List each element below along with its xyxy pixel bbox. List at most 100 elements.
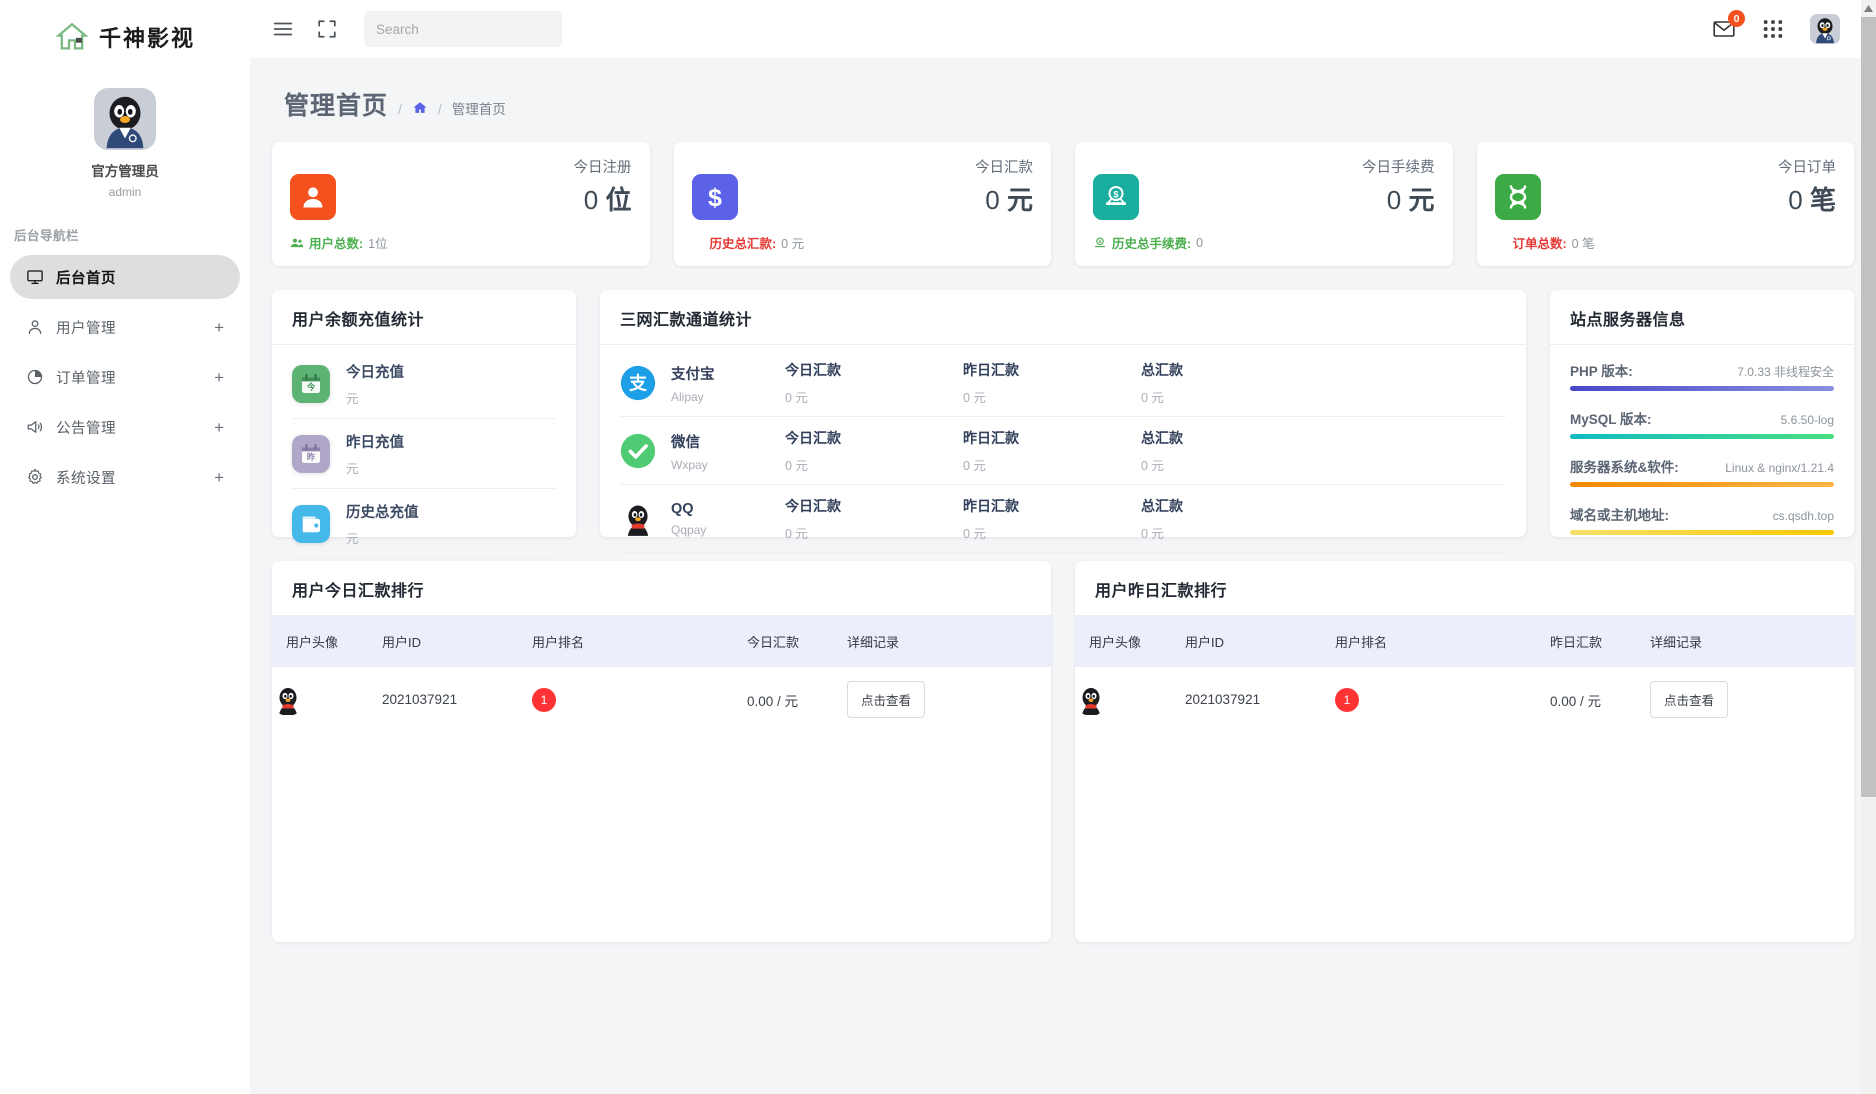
server-info-panel: 站点服务器信息 PHP 版本: 7.0.33 非线程安全 MySQL 版本: [1550,290,1854,537]
wechat-icon [620,433,656,469]
channel-name: 微信 [671,431,708,452]
hamburger-icon[interactable] [272,18,294,40]
profile-username: admin [109,185,142,199]
channel-name: QQ [671,501,706,517]
avatar[interactable] [1075,684,1107,716]
channel-sub: Alipay [671,390,715,404]
channel-name: 支付宝 [671,363,715,384]
yesterday-ranking-panel: 用户昨日汇款排行 用户头像 用户ID 用户排名 昨日汇款 详细记录 [1075,561,1854,942]
stat-unit: 笔 [1810,185,1836,215]
stat-label: 今日汇款 [975,156,1033,177]
qq-icon [620,501,656,537]
server-value: Linux & nginx/1.21.4 [1725,461,1834,475]
search-box[interactable] [364,11,562,47]
stat-number: 0 [584,185,598,215]
sidebar-item-system-settings[interactable]: 系统设置 + [10,455,240,499]
stat-card-fee[interactable]: 今日手续费 0 元 历史总手续费: 0 [1075,142,1453,266]
stat-unit: 元 [1007,185,1033,215]
sidebar-item-announcement-management[interactable]: 公告管理 + [10,405,240,449]
view-detail-button[interactable]: 点击查看 [847,681,925,718]
recharge-row-unit: 元 [346,528,419,547]
column-value: 0 元 [785,523,963,542]
middle-panels-row: 用户余额充值统计 今日充值 元 [272,290,1854,537]
search-input[interactable] [376,22,553,37]
recharge-row: 今日充值 元 [292,349,556,419]
recharge-row-name: 昨日充值 [346,431,404,452]
column-header: 今日汇款 [785,428,963,448]
dna-small-icon [1495,236,1508,249]
page-scrollbar[interactable] [1861,0,1876,1094]
cell-amount: 0.00 / 元 [1550,667,1650,732]
main-area: 0 管理首页 / / 管理首页 今日注册 0 位 [250,0,1876,1094]
stat-value: 0 位 [584,180,632,217]
wallet-icon [292,505,330,543]
column-value: 0 元 [963,523,1141,542]
dollar-small-icon [692,236,705,249]
rank-badge: 1 [1335,688,1359,712]
breadcrumb-separator: / [438,101,442,117]
apps-grid-icon[interactable] [1762,18,1784,40]
channel-row-qq: QQ Qqpay 今日汇款 0 元 昨日汇款 0 元 [620,485,1506,553]
column-header-userid: 用户ID [1185,616,1335,667]
progress-bar [1570,530,1834,535]
user-icon [26,318,44,336]
expand-plus-icon[interactable]: + [214,369,224,386]
scroll-up-arrow[interactable] [1861,0,1876,17]
server-key: MySQL 版本: [1570,408,1652,428]
expand-plus-icon[interactable]: + [214,419,224,436]
yesterday-ranking-table: 用户头像 用户ID 用户排名 昨日汇款 详细记录 [1075,616,1854,732]
fullscreen-icon[interactable] [316,18,338,40]
monitor-icon [26,268,44,286]
brand-logo[interactable]: 千神影视 [0,8,250,66]
sidebar-item-label: 订单管理 [56,367,116,388]
column-header: 昨日汇款 [963,428,1141,448]
column-value: 0 元 [785,455,963,474]
channel-sub: Qqpay [671,523,706,537]
scrollbar-thumb[interactable] [1861,17,1876,797]
stat-card-remittance[interactable]: 今日汇款 0 元 历史总汇款: 0 元 [674,142,1052,266]
column-header: 昨日汇款 [963,496,1141,516]
sidebar-item-dashboard[interactable]: 后台首页 [10,255,240,299]
expand-plus-icon[interactable]: + [214,319,224,336]
mail-badge: 0 [1728,10,1745,27]
view-detail-button[interactable]: 点击查看 [1650,681,1728,718]
dollar-icon [692,174,738,220]
home-icon[interactable] [412,100,428,115]
cell-avatar [1075,667,1185,732]
table-row: 2021037921 1 0.00 / 元 点击查看 [272,667,1051,732]
sidebar-item-order-management[interactable]: 订单管理 + [10,355,240,399]
panel-title: 用户余额充值统计 [272,290,576,345]
stat-label: 今日手续费 [1362,156,1435,177]
column-value: 0 元 [1141,387,1319,406]
stat-card-orders[interactable]: 今日订单 0 笔 订单总数: 0 笔 [1477,142,1855,266]
panel-title: 用户今日汇款排行 [272,561,1051,616]
avatar[interactable] [1810,14,1840,44]
today-ranking-table: 用户头像 用户ID 用户排名 今日汇款 详细记录 [272,616,1051,732]
channel-yesterday: 昨日汇款 0 元 [963,428,1141,474]
stat-foot-value: 0 [1196,236,1203,250]
stat-foot-label: 订单总数: [1513,233,1567,252]
cell-amount: 0.00 / 元 [747,667,847,732]
sidebar-item-user-management[interactable]: 用户管理 + [10,305,240,349]
avatar[interactable] [94,88,156,150]
expand-plus-icon[interactable]: + [214,469,224,486]
breadcrumb-current: 管理首页 [452,98,506,118]
calendar-today-icon [292,365,330,403]
recharge-row-unit: 元 [346,388,404,407]
stat-foot-value: 0 笔 [1572,233,1595,252]
recharge-row: 历史总充值 元 [292,489,556,559]
stat-card-registrations[interactable]: 今日注册 0 位 用户总数: 1位 [272,142,650,266]
recharge-row: 昨日充值 元 [292,419,556,489]
column-header: 总汇款 [1141,360,1319,380]
mail-button[interactable]: 0 [1712,17,1736,41]
stat-foot-label: 用户总数: [309,233,363,252]
column-value: 0 元 [963,387,1141,406]
avatar[interactable] [272,684,304,716]
progress-bar [1570,386,1834,391]
today-ranking-panel: 用户今日汇款排行 用户头像 用户ID 用户排名 今日汇款 详细记录 [272,561,1051,942]
table-header-row: 用户头像 用户ID 用户排名 昨日汇款 详细记录 [1075,616,1854,667]
dna-icon [1495,174,1541,220]
stat-footer: 历史总手续费: 0 [1093,233,1203,252]
breadcrumb-separator: / [398,101,402,117]
channel-today: 今日汇款 0 元 [785,360,963,406]
